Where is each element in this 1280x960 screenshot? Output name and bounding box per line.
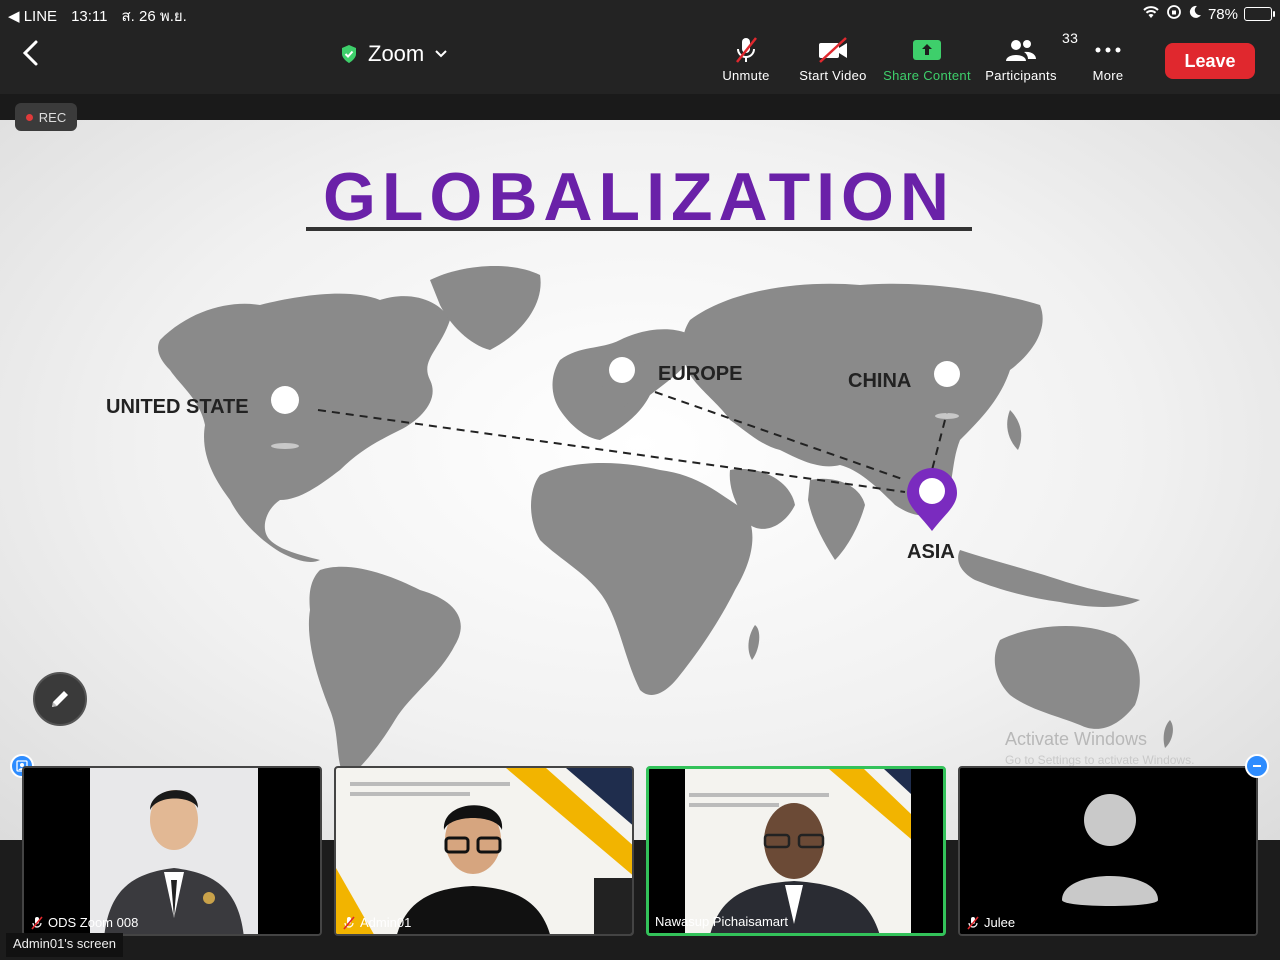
start-video-button[interactable]: Start Video (794, 32, 872, 83)
label-asia: ASIA (907, 541, 955, 563)
mic-muted-icon (343, 915, 355, 930)
unmute-button[interactable]: Unmute (718, 32, 774, 83)
continent-south-america (308, 566, 461, 780)
more-dots-icon (1095, 47, 1121, 53)
participant-tile[interactable]: Admin01 (334, 766, 634, 936)
status-date: ส. 26 พ.ย. (121, 8, 187, 25)
label-china: CHINA (848, 370, 912, 392)
record-dot-icon (25, 113, 33, 121)
participant-video (649, 769, 943, 933)
chevron-down-icon (435, 50, 447, 58)
participant-name-label: Julee (966, 915, 1015, 930)
annotate-button[interactable] (33, 672, 87, 726)
recording-indicator: REC (15, 103, 77, 131)
share-content-label: Share Content (883, 68, 971, 83)
title-underline (306, 227, 972, 231)
start-video-label: Start Video (799, 68, 867, 83)
shared-screen: GLOBALIZATION UNITED STATE EUROPE CHINA … (0, 120, 1280, 840)
orientation-lock-icon (1166, 4, 1182, 24)
video-off-icon (819, 37, 847, 63)
participants-count: 33 (1062, 30, 1079, 46)
shield-check-icon (342, 45, 356, 63)
mic-muted-icon (736, 37, 757, 63)
status-bar: ◀ LINE 13:11 ส. 26 พ.ย. 78% (0, 0, 1280, 26)
participant-name: Julee (984, 915, 1016, 930)
meeting-title-dropdown[interactable]: Zoom (340, 41, 448, 67)
mic-muted-icon (967, 915, 979, 930)
mic-muted-icon (31, 915, 43, 930)
more-label: More (1092, 68, 1124, 83)
avatar-placeholder-icon (960, 768, 1256, 934)
share-screen-icon (913, 40, 941, 60)
participants-icon (1006, 40, 1036, 61)
continent-madagascar (748, 625, 760, 660)
participant-name-label: ODS Zoom 008 (30, 915, 138, 930)
minimize-videos-button[interactable] (1245, 754, 1269, 778)
status-time: 13:11 (71, 7, 108, 25)
battery-icon (1244, 7, 1275, 21)
continents (158, 265, 1173, 780)
activate-windows-watermark: Activate Windows (1005, 729, 1148, 749)
continent-se-asia-islands (958, 550, 1140, 607)
participant-name-label: Admin01 (342, 915, 411, 930)
battery-percent: 78% (1207, 5, 1238, 23)
participant-tile[interactable]: ODS Zoom 008 (22, 766, 322, 936)
meeting-toolbar: Zoom Unmute Start Video Share Content 33… (0, 26, 1280, 94)
pin-asia (907, 468, 957, 531)
continent-new-zealand (1163, 720, 1173, 748)
label-europe: EUROPE (658, 363, 743, 385)
meeting-title: Zoom (368, 41, 425, 66)
share-content-button[interactable]: Share Content (879, 32, 975, 83)
continent-india (808, 478, 865, 560)
participant-tile-active-speaker[interactable]: Nawasup Pichaisamart (646, 766, 946, 936)
back-to-app-link[interactable]: ◀ LINE (8, 7, 57, 25)
activate-windows-subtext: Go to Settings to activate Windows. (1005, 753, 1195, 767)
participant-name: Nawasup Pichaisamart (655, 914, 788, 929)
rec-label: REC (38, 109, 67, 125)
unmute-label: Unmute (722, 68, 770, 83)
chevron-left-icon (22, 40, 38, 66)
more-button[interactable]: More (1086, 32, 1130, 83)
continent-north-america (158, 293, 450, 563)
participant-name-label: Nawasup Pichaisamart (655, 914, 788, 929)
continent-australia (994, 625, 1140, 729)
participant-tile[interactable]: Julee (958, 766, 1258, 936)
pencil-icon (52, 691, 68, 707)
moon-icon (1188, 5, 1202, 23)
participants-label: Participants (985, 68, 1057, 83)
slide-title: GLOBALIZATION (323, 159, 955, 235)
participants-button[interactable]: 33 Participants (980, 30, 1078, 83)
label-united-state: UNITED STATE (106, 396, 249, 418)
continent-africa (531, 463, 753, 695)
wifi-icon (1142, 5, 1160, 23)
participant-video (336, 768, 632, 934)
back-button[interactable] (16, 38, 46, 68)
leave-button[interactable]: Leave (1165, 43, 1255, 79)
screen-share-label: Admin01's screen (6, 933, 123, 957)
participant-name: ODS Zoom 008 (48, 915, 139, 930)
participant-video (90, 768, 258, 934)
participant-name: Admin01 (360, 915, 412, 930)
continent-japan (1007, 410, 1022, 450)
continent-greenland (430, 265, 541, 350)
minus-icon (1253, 765, 1261, 767)
